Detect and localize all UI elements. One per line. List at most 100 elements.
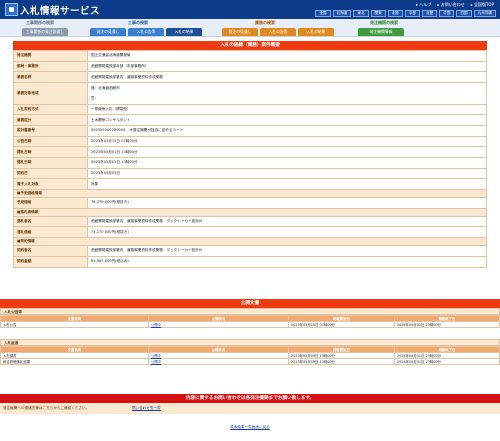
tab-construction-notice[interactable]: 入札公告等	[128, 28, 164, 36]
field-label: 開札日時	[13, 146, 88, 158]
field-label: 業務区分	[13, 114, 88, 126]
field-value: 渡：北海道函館市 笠：	[87, 82, 487, 105]
tab-orderer-info[interactable]: 発注機関情報	[358, 28, 404, 36]
back-to-results: 検索結果一覧画面に戻る	[0, 425, 500, 430]
table-row: 予定価格 76,370,000円(税抜き)	[13, 197, 487, 209]
section-title: ■予定価格情報	[13, 189, 487, 199]
doc-status-link[interactable]: 公開中	[148, 358, 289, 365]
table-row: 設計書番号 202325000289004 ※発注機関が独自に定めるコード	[13, 124, 487, 137]
field-value: 函館開発建設部管内 道路事業資料作成業務 デックトーカー設計JV	[87, 245, 487, 257]
field-label: 電子入札対象	[13, 178, 88, 191]
doc-end: 2024年05月31日 23時00分	[394, 321, 500, 328]
section-header: ■落札者情報	[13, 207, 487, 217]
field-value: 2023年05月03日	[87, 167, 487, 180]
docs-group-title: 入札経過	[0, 339, 500, 346]
field-label: 入札契約方式	[13, 103, 88, 116]
inquiry-text: 発注機関への連絡先等はこちらからご確認ください。	[3, 406, 90, 410]
help-link[interactable]: ▸ ヘルプ	[416, 2, 431, 8]
region-button[interactable]: 四国	[456, 10, 472, 17]
region-button[interactable]: 北陸	[387, 10, 403, 17]
table-row: 契約者名 函館開発建設部管内 道路事業資料作成業務 デックトーカー設計JV	[13, 245, 487, 257]
doc-end: 2024年05月31日 23時00分	[394, 358, 500, 365]
region-button[interactable]: 中部	[404, 10, 421, 17]
doc-status-link[interactable]: 公開中	[148, 321, 289, 328]
field-label: 開札日時	[13, 157, 88, 169]
header-links: ▸ ヘルプ ▸ お問い合わせ ▸ 全国版TOP	[416, 2, 494, 8]
region-selector: 全国 北海道 東北 関東 北陸 中部 近畿 中国 四国 九州沖縄	[315, 10, 496, 17]
tab-service-notice[interactable]: 入札公告等	[260, 28, 296, 36]
doc-name: 総合評価落札結果	[0, 358, 149, 365]
field-label: 業務名称	[13, 71, 88, 84]
tab-service-outlook[interactable]: 発注の見通し	[222, 28, 258, 36]
field-value: 202325000289004 ※発注機関が独自に定めるコード	[87, 124, 487, 137]
category-title: 発注機関の検索	[370, 20, 398, 25]
table-row: 発注機関 国土交通省北海道開発局	[13, 50, 487, 62]
region-button[interactable]: 中国	[439, 10, 455, 17]
region-button[interactable]: 全国	[315, 10, 331, 17]
field-label: 契約金額	[13, 255, 88, 268]
field-label: 設計書番号	[13, 124, 88, 137]
app-title: 入札情報サービス	[20, 6, 101, 17]
region-button[interactable]: 関東	[370, 10, 386, 17]
field-value: 国土交通省北海道開発局	[87, 50, 487, 62]
field-label: 落札者名	[13, 215, 88, 228]
table-row: 落札者名 函館開発建設部管内 道路事業資料作成業務 デックトーカー設計JV	[13, 215, 487, 228]
field-value: 76,370,000円(税抜き)	[87, 197, 487, 209]
section-header: ■予定価格情報	[13, 189, 487, 199]
table-row: 落札価格 74,170,000円(税抜き)	[13, 226, 487, 239]
app-header: 入札情報サービス ▸ ヘルプ ▸ お問い合わせ ▸ 全国版TOP 全国 北海道 …	[0, 0, 500, 19]
tab-construction-outlook-2[interactable]: 発注の見通し	[90, 28, 126, 36]
docs-table: 文書名称 公開状況 掲載開始日 掲載終了日 入札調書 公開中 2023年05月0…	[0, 346, 500, 365]
category-nav: 工事関係の検索 工事の検索 業務の検索 発注機関の検索 工事関係の発注見通し 発…	[0, 19, 500, 37]
back-to-results-link[interactable]: 検索結果一覧画面に戻る	[230, 425, 270, 429]
field-label: 部局・事務所	[13, 60, 88, 73]
design-number: 202325000289004	[91, 128, 126, 133]
docs-title: 公開文書	[0, 299, 500, 308]
field-value: 81,587,000円(税込み)	[87, 255, 487, 268]
area-line: 渡：北海道函館市	[91, 86, 120, 91]
tab-construction-results[interactable]: 入札の結果	[166, 28, 202, 36]
region-button[interactable]: 北海道	[332, 10, 352, 17]
table-row: 業務区分 土木関係コンサルタント	[13, 114, 487, 126]
category-title: 工事の検索	[128, 20, 148, 25]
doc-start: 2023年05月09日 10時00分	[288, 358, 395, 365]
design-number-note: ※発注機関が独自に定めるコード	[129, 128, 184, 133]
field-value: 2023年05月02日 13時00分	[87, 157, 487, 169]
field-value: 函館開発建設部管内 道路事業資料作成業務	[87, 71, 487, 84]
field-label: 公告日時	[13, 135, 88, 148]
field-value: 函館開発建設部管内 道路事業資料作成業務 デックトーカー設計JV	[87, 215, 487, 228]
field-label: 契約日	[13, 167, 88, 180]
table-row: 部局・事務所 函館開発建設部本部（本部事務所）	[13, 60, 487, 73]
field-label: 予定価格	[13, 197, 88, 209]
table-row: 開札日時 2023年05月01日 13時00分	[13, 146, 487, 158]
doc-start: 2023年03月15日 07時00分	[288, 321, 395, 328]
contact-list-link[interactable]: 問い合わせ先一覧	[132, 406, 161, 411]
section-title: ■落札者情報	[13, 207, 487, 217]
tab-service-results[interactable]: 入札の結果	[298, 28, 334, 36]
table-row: 電子入札対象 対象	[13, 178, 487, 191]
field-label: 契約者名	[13, 245, 88, 257]
category-title: 工事関係の検索	[26, 20, 54, 25]
tab-construction-outlook[interactable]: 工事関係の発注見通し	[22, 28, 68, 36]
region-button[interactable]: 九州沖縄	[473, 10, 496, 17]
doc-name: 入札公告	[0, 321, 149, 328]
table-row: 業務名称 函館開発建設部管内 道路事業資料作成業務	[13, 71, 487, 84]
area-line: 笠：	[91, 96, 99, 101]
section-header: ■契約情報	[13, 237, 487, 247]
field-value: 2023年05月01日 13時00分	[87, 146, 487, 158]
public-documents: 公開文書 入札公告等 文書名称 公開状況 掲載開始日 掲載終了日 入札公告 公開…	[0, 299, 500, 365]
field-value: 74,170,000円(税抜き)	[87, 226, 487, 239]
region-button[interactable]: 近畿	[422, 10, 438, 17]
panel-title: 入札の経緯（業務）案件概要	[13, 41, 487, 50]
field-value: 土木関係コンサルタント	[87, 114, 487, 126]
table-row: 入札公告 公開中 2023年03月15日 07時00分 2024年05月31日 …	[0, 321, 500, 328]
field-value: 函館開発建設部本部（本部事務所）	[87, 60, 487, 73]
national-top-link[interactable]: ▸ 全国版TOP	[471, 2, 494, 8]
contact-link[interactable]: ▸ お問い合わせ	[437, 2, 464, 8]
region-button[interactable]: 東北	[353, 10, 369, 17]
table-row: 総合評価落札結果 公開中 2023年05月09日 10時00分 2024年05月…	[0, 358, 500, 365]
table-row: 業務対象地域 渡：北海道函館市 笠：	[13, 82, 487, 105]
table-row: 契約金額 81,587,000円(税込み)	[13, 255, 487, 268]
inquiry-title: 内容に関するお問い合わせは各発注機関までお願い致します。	[0, 394, 500, 403]
